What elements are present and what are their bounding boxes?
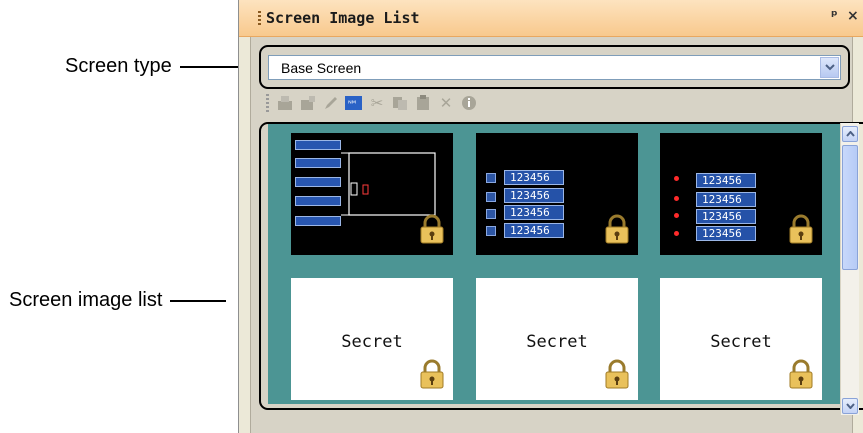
switch-bar: [295, 196, 341, 206]
pin-icon[interactable]: ᵖ: [831, 8, 838, 24]
cut-icon[interactable]: ✂: [368, 94, 386, 112]
lamp-indicator: [674, 176, 679, 181]
lamp-indicator: [674, 231, 679, 236]
screen-image-list-callout-label: Screen image list: [9, 289, 163, 311]
scroll-down-button[interactable]: [842, 398, 858, 414]
new-screen-icon[interactable]: [299, 94, 317, 112]
pencil-icon[interactable]: [322, 94, 340, 112]
checkbox-indicator: [486, 192, 496, 202]
titlebar-grip[interactable]: [258, 11, 261, 27]
screen-list-toolbar: ᴺᴹ ✂ ✕: [266, 92, 478, 114]
secret-label: Secret: [710, 332, 772, 352]
screen-image-list-panel: Screen Image List ᵖ × Base Screen ᴺᴹ ✂ ✕…: [238, 0, 863, 433]
numeric-display: 123456: [696, 209, 756, 224]
open-icon[interactable]: [276, 94, 294, 112]
screen-type-callout: Screen type: [65, 55, 238, 78]
lock-icon: [788, 214, 814, 249]
chevron-up-icon: [845, 131, 855, 137]
scroll-up-button[interactable]: [842, 126, 858, 142]
lock-icon: [788, 359, 814, 394]
vertical-scrollbar[interactable]: [840, 123, 859, 415]
close-icon[interactable]: ×: [847, 8, 859, 24]
screen-type-callout-label: Screen type: [65, 55, 172, 77]
switch-bar: [295, 158, 341, 168]
secret-label: Secret: [526, 332, 588, 352]
screen-image-list-callout: Screen image list: [9, 289, 227, 312]
lamp-indicator: [674, 213, 679, 218]
lock-icon: [419, 214, 445, 249]
window-outline: [341, 152, 436, 216]
switch-bar: [295, 140, 341, 150]
screen-thumbnail-1[interactable]: [291, 133, 453, 255]
screen-image-list-callout-line: [170, 299, 227, 302]
toolbar-grip[interactable]: [266, 94, 269, 112]
screen-thumbnail-2[interactable]: 123456 123456 123456 123456: [476, 133, 638, 255]
screen-thumbnail-6[interactable]: Secret: [660, 278, 822, 400]
lock-icon: [604, 359, 630, 394]
paste-icon[interactable]: [414, 94, 432, 112]
numeric-display: 123456: [696, 173, 756, 188]
panel-title: Screen Image List: [266, 9, 420, 27]
checkbox-indicator: [486, 173, 496, 183]
lock-icon: [419, 359, 445, 394]
switch-bar: [295, 216, 341, 226]
chevron-down-icon: [845, 403, 855, 409]
delete-icon[interactable]: ✕: [437, 94, 455, 112]
numeric-display: 123456: [696, 226, 756, 241]
screen-type-select[interactable]: Base Screen: [268, 55, 841, 80]
info-icon[interactable]: [460, 94, 478, 112]
scroll-thumb[interactable]: [842, 145, 858, 270]
numeric-display: 123456: [504, 205, 564, 220]
checkbox-indicator: [486, 209, 496, 219]
svg-text:ᴺᴹ: ᴺᴹ: [348, 99, 356, 108]
checkbox-indicator: [486, 226, 496, 236]
secret-label: Secret: [341, 332, 403, 352]
id-icon[interactable]: ᴺᴹ: [345, 94, 363, 112]
numeric-display: 123456: [504, 223, 564, 238]
screen-type-callout-line: [179, 65, 238, 68]
numeric-display: 123456: [504, 170, 564, 185]
numeric-display: 123456: [504, 188, 564, 203]
switch-bar: [295, 177, 341, 187]
screen-thumbnail-4[interactable]: Secret: [291, 278, 453, 400]
screen-thumbnail-5[interactable]: Secret: [476, 278, 638, 400]
numeric-display: 123456: [696, 192, 756, 207]
screen-type-value: Base Screen: [281, 60, 362, 76]
lamp-indicator: [674, 196, 679, 201]
panel-titlebar[interactable]: Screen Image List ᵖ ×: [239, 0, 863, 37]
copy-icon[interactable]: [391, 94, 409, 112]
chevron-down-icon[interactable]: [820, 57, 839, 78]
screen-thumbnail-3[interactable]: 123456 123456 123456 123456: [660, 133, 822, 255]
lock-icon: [604, 214, 630, 249]
